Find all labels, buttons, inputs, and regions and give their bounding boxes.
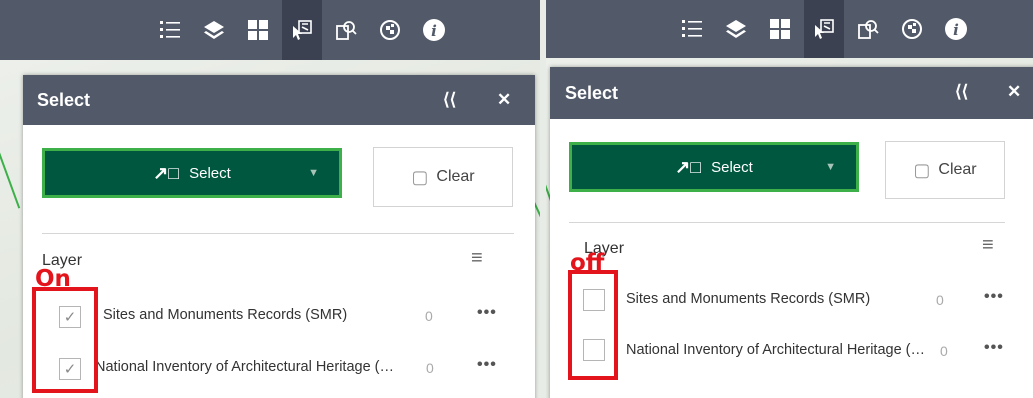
legend-icon[interactable] [153,13,187,47]
clear-button-label: Clear [436,168,475,185]
svg-text:i: i [431,22,437,40]
basemap-gallery-icon[interactable] [241,13,275,47]
widget-toolbar: i [0,0,540,60]
legend-icon[interactable] [675,12,709,46]
panel-header: Select ⟨⟨ ✕ [23,75,535,125]
about-icon[interactable]: i [939,12,973,46]
panel-header: Select ⟨⟨ ✕ [550,67,1033,119]
svg-text:i: i [953,21,959,39]
select-button[interactable]: ↗□ Select ▼ [42,148,342,198]
select-tool-icon: ↗□ [153,162,180,183]
annotation-label-on: On [35,266,71,292]
layer-count-niah: 0 [426,360,434,376]
filter-icon[interactable]: ≡ [471,247,483,270]
chevron-down-icon[interactable]: ▼ [825,161,836,173]
close-icon[interactable]: ✕ [1007,82,1021,102]
annotation-highlight-box [568,270,618,380]
select-icon[interactable] [282,0,322,60]
clear-selection-icon: ▢ [411,166,429,187]
basemap-gallery-icon[interactable] [763,12,797,46]
layer-count-smr: 0 [425,308,433,324]
layers-icon[interactable] [197,13,231,47]
collapse-icon[interactable]: ⟨⟨ [955,82,968,102]
about-icon[interactable]: i [417,13,451,47]
layer-name-smr: Sites and Monuments Records (SMR) [626,291,871,307]
layer-count-smr: 0 [936,292,944,308]
chevron-down-icon[interactable]: ▼ [308,167,319,179]
analysis-icon[interactable] [373,13,407,47]
widget-toolbar: i [546,0,1033,58]
more-options-icon[interactable]: ••• [984,339,1004,357]
select-widget-panel: Select ⟨⟨ ✕ ↗□ Select ▼ ▢ Clear Layer ≡ … [23,75,535,398]
panel-title: Select [37,89,91,110]
query-icon[interactable] [329,13,363,47]
clear-button-label: Clear [938,161,977,178]
select-button-label: Select [189,164,231,182]
left-screenshot: i Select ⟨⟨ ✕ ↗□ Select ▼ ▢ Clear Layer … [0,0,540,398]
divider [42,233,514,234]
clear-button[interactable]: ▢ Clear [885,141,1005,199]
select-button-label: Select [711,158,753,176]
analysis-icon[interactable] [895,12,929,46]
query-icon[interactable] [851,12,885,46]
select-icon[interactable] [804,0,844,58]
more-options-icon[interactable]: ••• [477,304,497,322]
select-widget-panel: Select ⟨⟨ ✕ ↗□ Select ▼ ▢ Clear Layer ≡ … [550,67,1033,398]
annotation-label-off: off [570,250,605,276]
annotation-highlight-box [32,287,98,393]
clear-selection-icon: ▢ [913,159,931,180]
layer-name-niah: National Inventory of Architectural Heri… [95,359,394,375]
layer-name-niah: National Inventory of Architectural Heri… [626,342,925,358]
more-options-icon[interactable]: ••• [984,288,1004,306]
clear-button[interactable]: ▢ Clear [373,147,513,207]
panel-title: Select [565,82,619,103]
more-options-icon[interactable]: ••• [477,356,497,374]
select-button[interactable]: ↗□ Select ▼ [569,142,859,192]
layer-count-niah: 0 [940,343,948,359]
layers-icon[interactable] [719,12,753,46]
select-tool-icon: ↗□ [675,156,702,177]
close-icon[interactable]: ✕ [497,90,511,110]
layer-name-smr: Sites and Monuments Records (SMR) [103,307,348,323]
divider [569,222,1005,223]
filter-icon[interactable]: ≡ [982,234,994,257]
collapse-icon[interactable]: ⟨⟨ [443,90,456,110]
right-screenshot: i Select ⟨⟨ ✕ ↗□ Select ▼ ▢ Clear Layer … [546,0,1033,398]
